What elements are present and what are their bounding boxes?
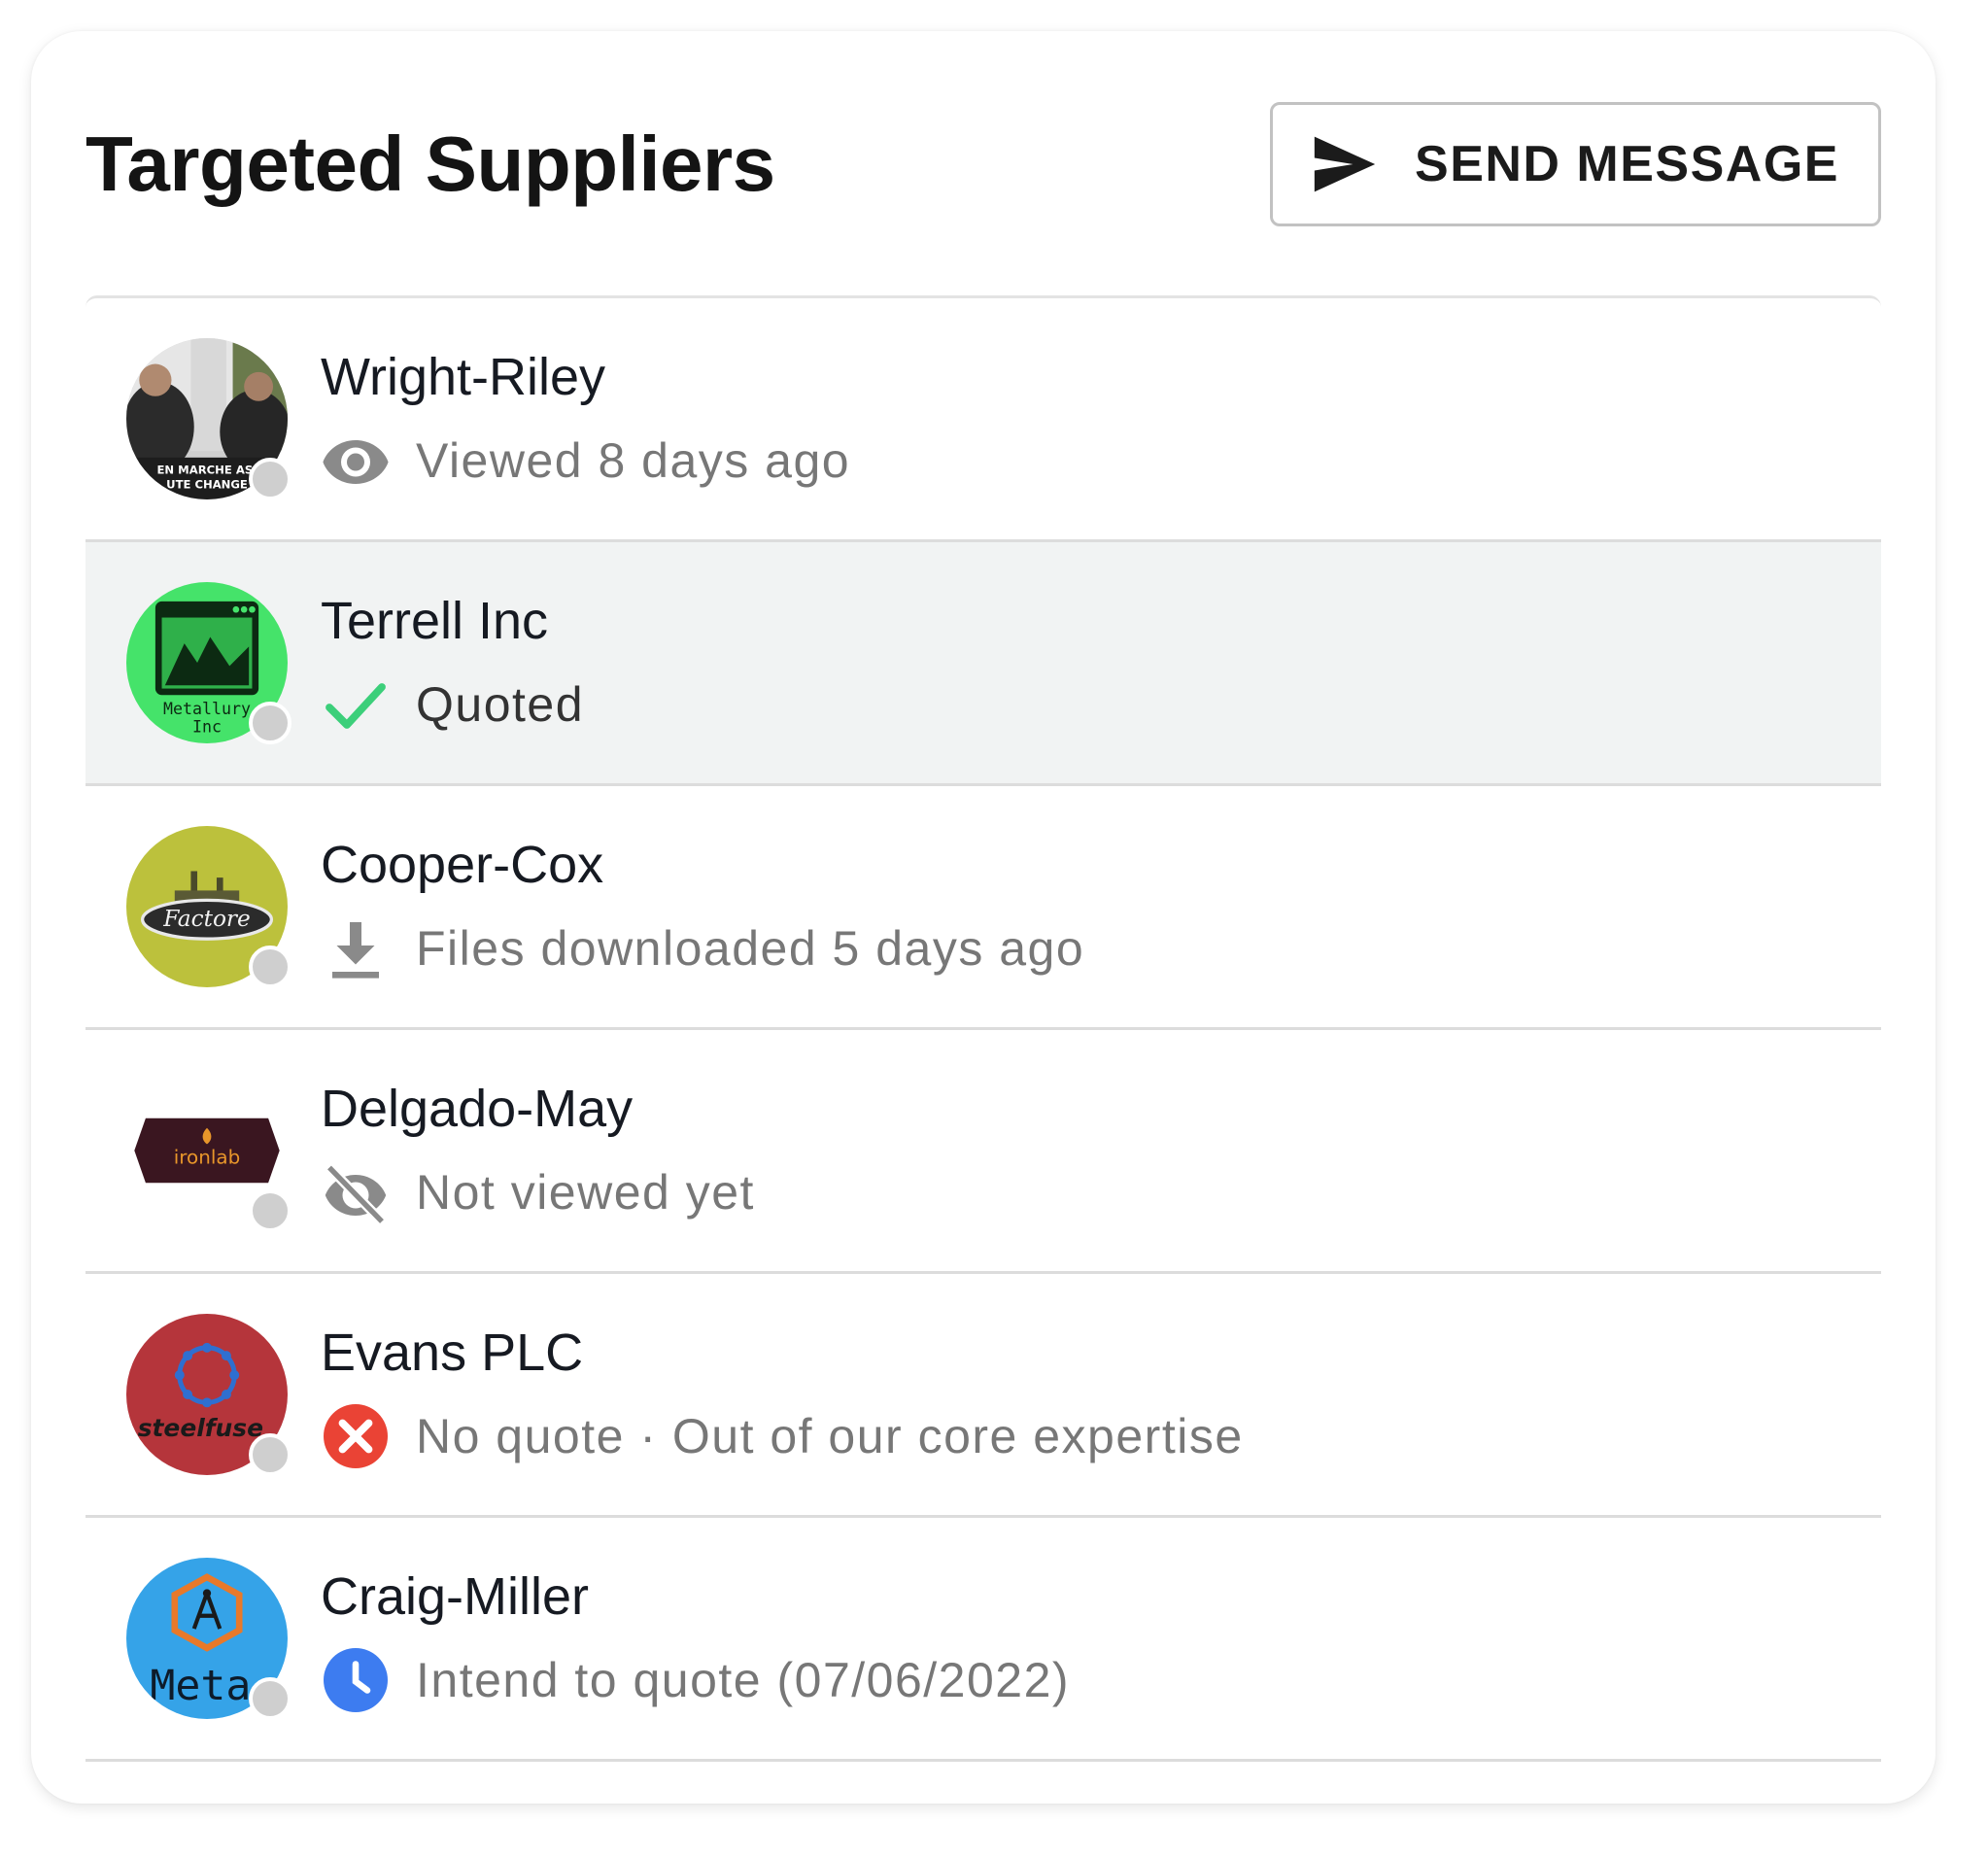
targeted-suppliers-card: Targeted Suppliers SEND MESSAGE EN MARCH… xyxy=(31,31,1936,1804)
status-text: Not viewed yet xyxy=(416,1165,755,1220)
presence-dot xyxy=(249,1433,291,1476)
supplier-row[interactable]: EN MARCHE ASI UTE CHANGE Wright-Riley Vi… xyxy=(86,298,1881,542)
supplier-status: Not viewed yet xyxy=(321,1149,755,1236)
supplier-name: Delgado-May xyxy=(321,1080,634,1138)
status-text: Files downloaded 5 days ago xyxy=(416,921,1085,976)
download-icon xyxy=(332,922,379,979)
supplier-status: No quote · Out of our core expertise xyxy=(321,1393,1244,1480)
presence-dot xyxy=(249,946,291,988)
svg-text:Factore: Factore xyxy=(162,906,251,932)
presence-dot xyxy=(249,1189,291,1232)
presence-dot xyxy=(249,1677,291,1720)
supplier-row[interactable]: Meta Craig-Miller Intend to quote (07/06… xyxy=(86,1518,1881,1762)
supplier-row[interactable]: Factore Cooper-Cox Files downloaded 5 da… xyxy=(86,786,1881,1030)
svg-text:Meta: Meta xyxy=(150,1662,251,1710)
svg-text:UTE CHANGE: UTE CHANGE xyxy=(166,477,248,491)
supplier-name: Evans PLC xyxy=(321,1324,584,1382)
svg-text:steelfuse: steelfuse xyxy=(138,1414,263,1442)
card-header: Targeted Suppliers SEND MESSAGE xyxy=(86,101,1881,227)
supplier-status: Files downloaded 5 days ago xyxy=(321,905,1084,992)
supplier-name: Terrell Inc xyxy=(321,592,549,650)
presence-dot xyxy=(249,458,291,500)
svg-text:Inc: Inc xyxy=(192,717,222,736)
svg-text:ironlab: ironlab xyxy=(174,1146,240,1168)
eye-icon xyxy=(323,440,389,484)
supplier-row[interactable]: Metallury Inc Terrell Inc Quoted xyxy=(86,542,1881,786)
cancel-icon xyxy=(324,1404,388,1468)
send-icon xyxy=(1314,136,1376,192)
status-text: Viewed 8 days ago xyxy=(416,433,851,488)
eye-off-icon xyxy=(325,1163,387,1225)
supplier-status: Viewed 8 days ago xyxy=(321,417,850,504)
send-message-label: SEND MESSAGE xyxy=(1415,136,1839,192)
clock-icon xyxy=(324,1648,388,1712)
supplier-name: Craig-Miller xyxy=(321,1567,590,1626)
supplier-list: EN MARCHE ASI UTE CHANGE Wright-Riley Vi… xyxy=(86,295,1881,1762)
presence-dot xyxy=(249,702,291,744)
supplier-status: Intend to quote (07/06/2022) xyxy=(321,1636,1070,1724)
status-text: Quoted xyxy=(416,677,585,732)
supplier-row[interactable]: steelfuse Evans PLC No quote · Out of ou… xyxy=(86,1274,1881,1518)
supplier-status: Quoted xyxy=(321,661,584,748)
supplier-row[interactable]: ironlab Delgado-May Not viewed yet xyxy=(86,1030,1881,1274)
supplier-name: Cooper-Cox xyxy=(321,836,604,894)
svg-text:EN MARCHE ASI: EN MARCHE ASI xyxy=(156,463,257,476)
status-text: Intend to quote (07/06/2022) xyxy=(416,1653,1071,1707)
svg-text:Metallury: Metallury xyxy=(163,700,251,718)
send-message-button[interactable]: SEND MESSAGE xyxy=(1270,102,1881,226)
page-title: Targeted Suppliers xyxy=(86,120,775,207)
status-text: No quote · Out of our core expertise xyxy=(416,1409,1244,1463)
check-icon xyxy=(326,683,386,729)
supplier-name: Wright-Riley xyxy=(321,348,606,406)
